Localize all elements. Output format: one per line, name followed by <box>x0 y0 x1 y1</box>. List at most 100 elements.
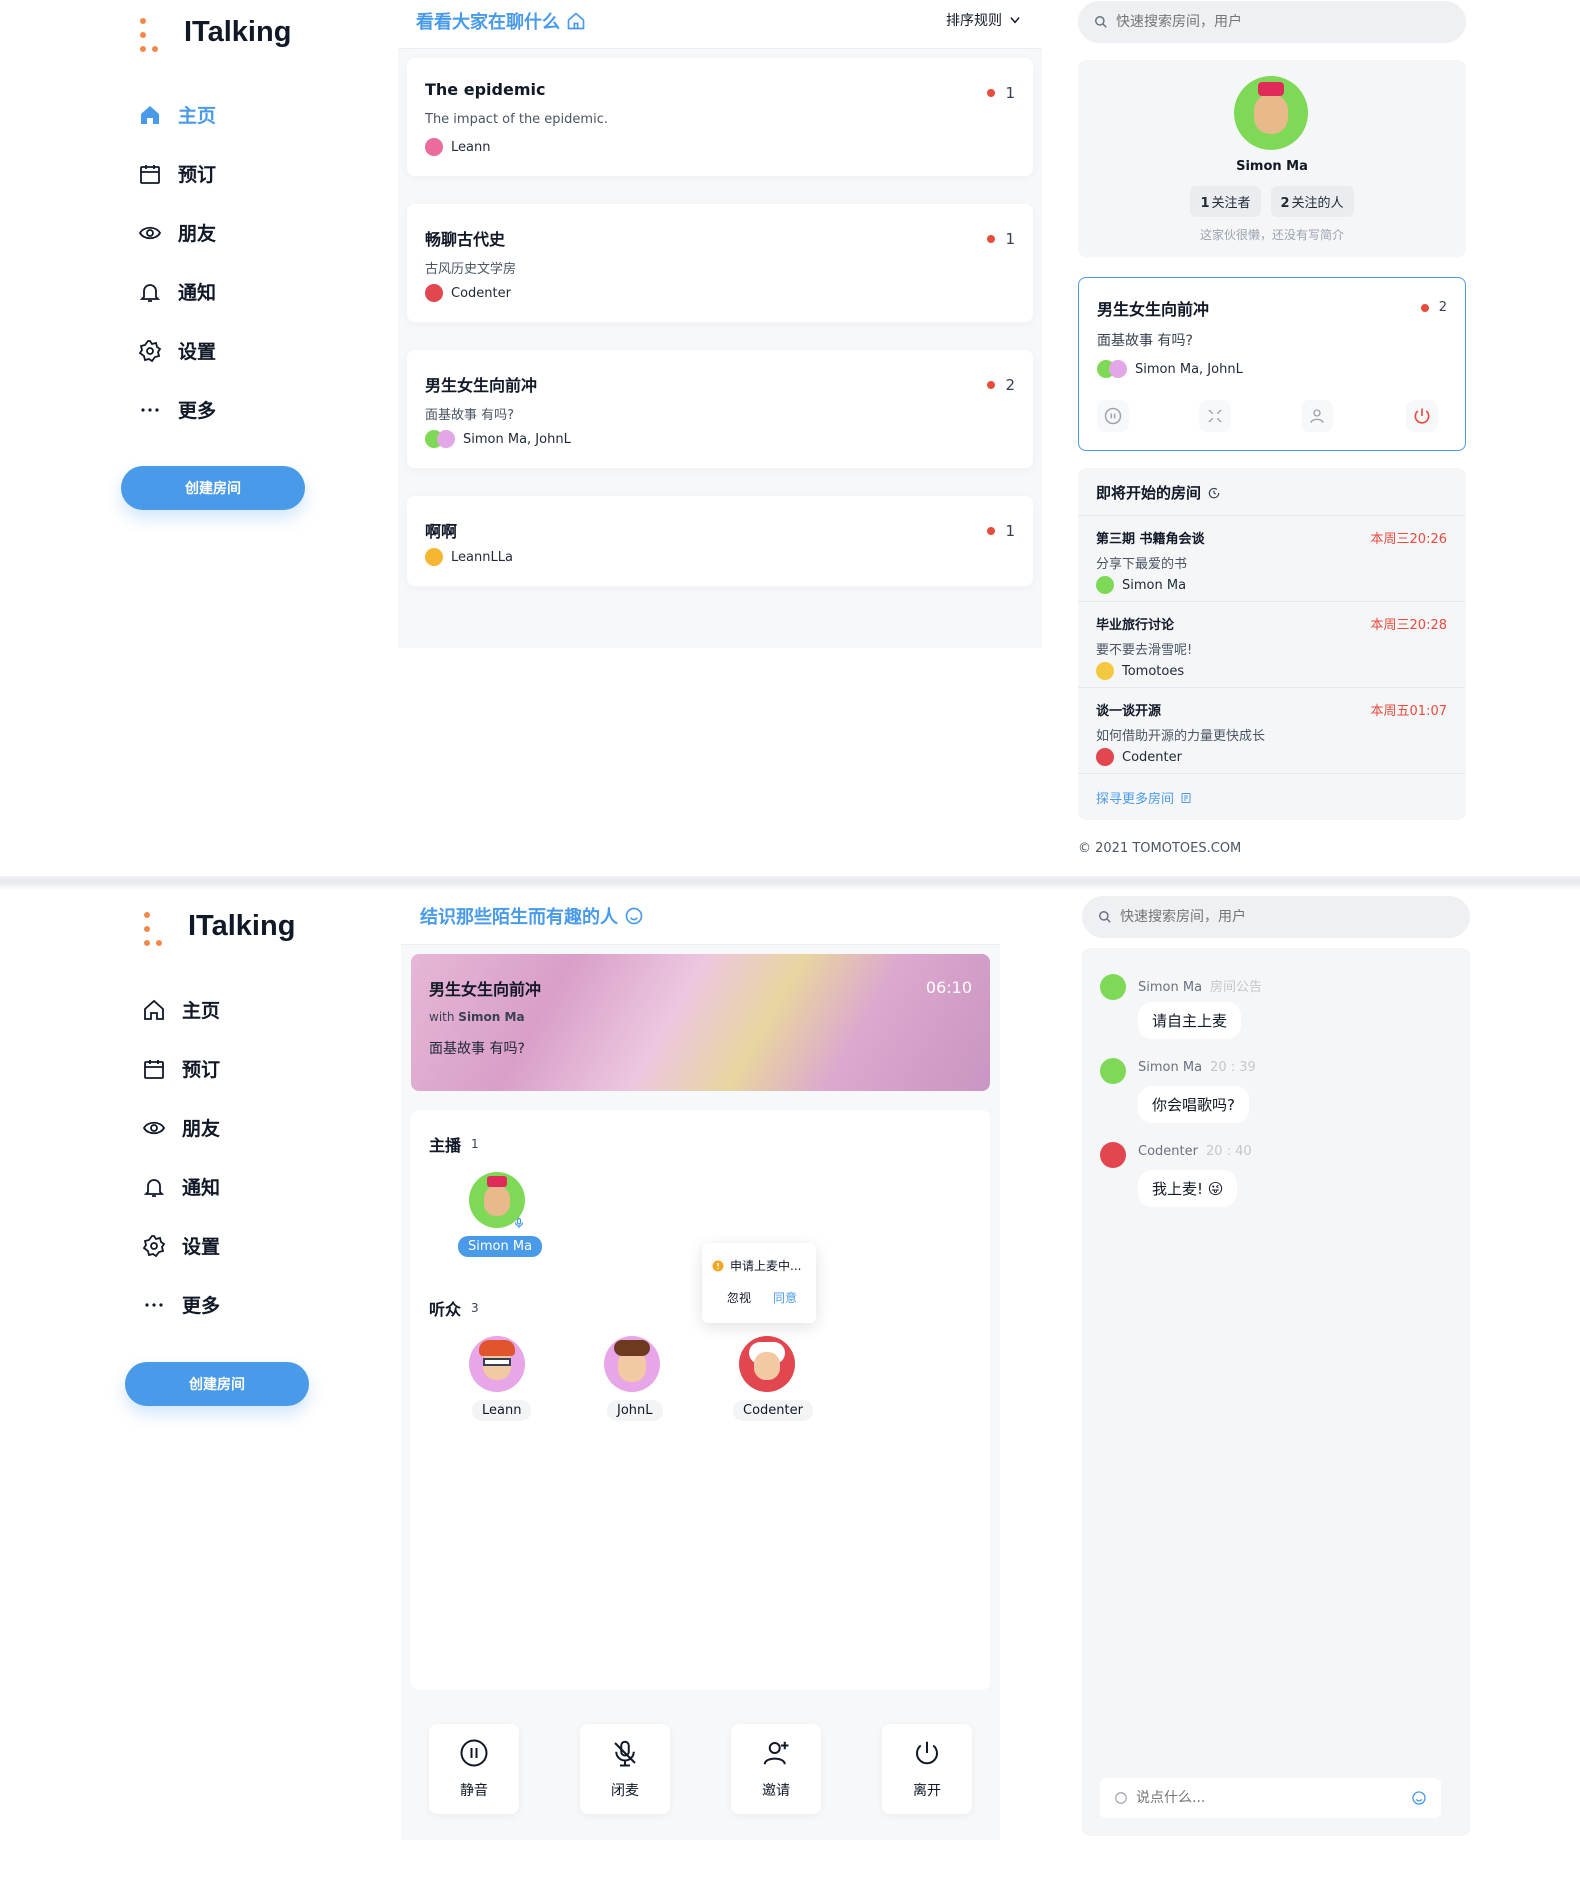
avatar <box>1096 576 1114 594</box>
screen-divider <box>0 876 1580 890</box>
nav-label: 设置 <box>178 341 217 363</box>
room-users-text: Codenter <box>451 285 511 301</box>
hosts-header: 主播 1 <box>429 1132 479 1156</box>
profile-card: Simon Ma 1 关注者 2 关注的人 这家伙很懒，还没有写简介 <box>1078 60 1466 257</box>
nav-item-notifications[interactable]: 通知 <box>142 1157 342 1216</box>
search-box[interactable] <box>1082 896 1470 938</box>
avatar[interactable] <box>469 1336 525 1392</box>
agree-button[interactable]: 同意 <box>773 1289 797 1306</box>
nav-item-friends[interactable]: 朋友 <box>142 1098 342 1157</box>
upcoming-user-name: Simon Ma <box>1122 577 1187 593</box>
upcoming-room-desc: 分享下最爱的书 <box>1096 557 1188 572</box>
create-room-button[interactable]: 创建房间 <box>125 1362 309 1406</box>
avatar[interactable] <box>1100 1058 1126 1084</box>
upcoming-room[interactable]: 谈一谈开源 本周五01:07 如何借助开源的力量更快成长 Codenter <box>1078 687 1465 773</box>
chat-author: Simon Ma 房间公告 <box>1138 976 1262 995</box>
avatar[interactable] <box>1100 1142 1126 1168</box>
more-icon <box>141 407 159 412</box>
upcoming-user-name: Codenter <box>1122 749 1182 765</box>
chat-bubble: 请自主上麦 <box>1138 1002 1242 1039</box>
nav-item-more[interactable]: 更多 <box>142 1275 342 1334</box>
app-name: ITalking <box>188 910 296 942</box>
app-name: ITalking <box>184 16 292 48</box>
nav-item-more[interactable]: 更多 <box>138 380 338 439</box>
room-title: 男生女生向前冲 <box>425 376 538 395</box>
chat-author-name: Simon Ma <box>1138 980 1203 995</box>
chat-input[interactable] <box>1136 1790 1403 1806</box>
create-room-button[interactable]: 创建房间 <box>121 466 305 510</box>
ignore-button[interactable]: 忽视 <box>727 1289 751 1306</box>
invite-label: 邀请 <box>762 1783 790 1799</box>
pause-button[interactable] <box>1097 400 1129 432</box>
user-button[interactable] <box>1301 400 1333 432</box>
following-label: 关注的人 <box>1291 196 1344 211</box>
live-count-text: 1 <box>1005 84 1015 102</box>
avatar[interactable] <box>1234 76 1308 150</box>
upcoming-user-name: Tomotoes <box>1122 663 1185 679</box>
nav-item-booking[interactable]: 预订 <box>142 1039 342 1098</box>
current-room-desc: 面基故事 有吗? <box>1097 333 1193 349</box>
nav-item-settings[interactable]: 设置 <box>142 1216 342 1275</box>
upcoming-title: 即将开始的房间 <box>1096 482 1221 503</box>
leave-room-button[interactable]: 离开 <box>882 1724 972 1814</box>
explore-more-link[interactable]: 探寻更多房间 <box>1096 788 1192 807</box>
nav-item-home[interactable]: 主页 <box>138 85 338 144</box>
room-card[interactable]: 啊啊 LeannLLa 1 <box>407 496 1033 586</box>
search-box[interactable] <box>1078 1 1466 43</box>
live-count: 1 <box>987 84 1015 102</box>
followers-count[interactable]: 1 关注者 <box>1190 186 1261 217</box>
chat-input-box[interactable] <box>1100 1778 1441 1818</box>
upcoming-room[interactable]: 毕业旅行讨论 本周三20:28 要不要去滑雪呢! Tomotoes <box>1078 601 1465 687</box>
upcoming-title-text: 即将开始的房间 <box>1096 484 1202 502</box>
page-title-text: 看看大家在聊什么 <box>416 12 560 33</box>
upcoming-room[interactable]: 第三期 书籍角会谈 本周三20:26 分享下最爱的书 Simon Ma <box>1078 515 1465 601</box>
following-count[interactable]: 2 关注的人 <box>1270 186 1354 217</box>
mute-label: 静音 <box>460 1783 488 1799</box>
explore-icon <box>1181 792 1191 803</box>
with-label: with <box>429 1010 455 1024</box>
profile-name: Simon Ma <box>1236 159 1308 174</box>
mic-off-icon <box>614 1740 636 1767</box>
sort-dropdown[interactable]: 排序规则 <box>946 10 1022 30</box>
page-title: 看看大家在聊什么 <box>416 8 586 34</box>
room-members: 主播 1 Simon Ma 听众 3 Leann JohnL Codenter <box>411 1110 990 1690</box>
bell-icon <box>139 283 161 302</box>
expand-button[interactable] <box>1199 400 1231 432</box>
avatar <box>437 430 455 448</box>
search-input[interactable] <box>1116 14 1356 30</box>
leave-button[interactable] <box>1406 400 1438 432</box>
nav-item-friends[interactable]: 朋友 <box>138 203 338 262</box>
nav-item-notifications[interactable]: 通知 <box>138 262 338 321</box>
gear-icon <box>142 1234 166 1257</box>
room-card[interactable]: The epidemic The impact of the epidemic.… <box>407 58 1033 176</box>
invite-button[interactable]: 邀请 <box>731 1724 821 1814</box>
avatar[interactable] <box>604 1336 660 1392</box>
emoji-icon[interactable] <box>1411 1790 1427 1806</box>
follow-stats: 1 关注者 2 关注的人 <box>1078 186 1466 217</box>
avatar[interactable] <box>1100 974 1126 1000</box>
room-card[interactable]: 畅聊古代史 古风历史文学房 Codenter 1 <box>407 204 1033 322</box>
mic-request-popover: 申请上麦中... 忽视 同意 <box>702 1243 816 1323</box>
room-card[interactable]: 男生女生向前冲 面基故事 有吗? Simon Ma, JohnL 2 <box>407 350 1033 468</box>
audience-count: 3 <box>471 1301 479 1315</box>
avatar[interactable] <box>739 1336 795 1392</box>
room-users-text: Simon Ma, JohnL <box>463 431 571 447</box>
mute-button[interactable]: 静音 <box>429 1724 519 1814</box>
room-users: Simon Ma, JohnL <box>1097 360 1243 378</box>
eye-icon <box>138 226 162 239</box>
home-outline-icon <box>567 12 585 30</box>
live-count-text: 1 <box>1005 230 1015 248</box>
chat-author-name: Codenter <box>1138 1144 1198 1159</box>
avatar <box>425 548 443 566</box>
current-room-card[interactable]: 男生女生向前冲 2 面基故事 有吗? Simon Ma, JohnL <box>1078 277 1466 451</box>
room-users-text: Leann <box>451 139 491 155</box>
nav-item-home[interactable]: 主页 <box>142 980 342 1039</box>
upcoming-room-user: Simon Ma <box>1096 576 1186 594</box>
mic-off-button[interactable]: 闭麦 <box>580 1724 670 1814</box>
search-input[interactable] <box>1120 909 1360 925</box>
nav-item-settings[interactable]: 设置 <box>138 321 338 380</box>
nav-item-booking[interactable]: 预订 <box>138 144 338 203</box>
explore-more[interactable]: 探寻更多房间 <box>1078 773 1465 820</box>
room-users: Simon Ma, JohnL <box>425 430 571 448</box>
nav-label: 主页 <box>178 105 217 127</box>
